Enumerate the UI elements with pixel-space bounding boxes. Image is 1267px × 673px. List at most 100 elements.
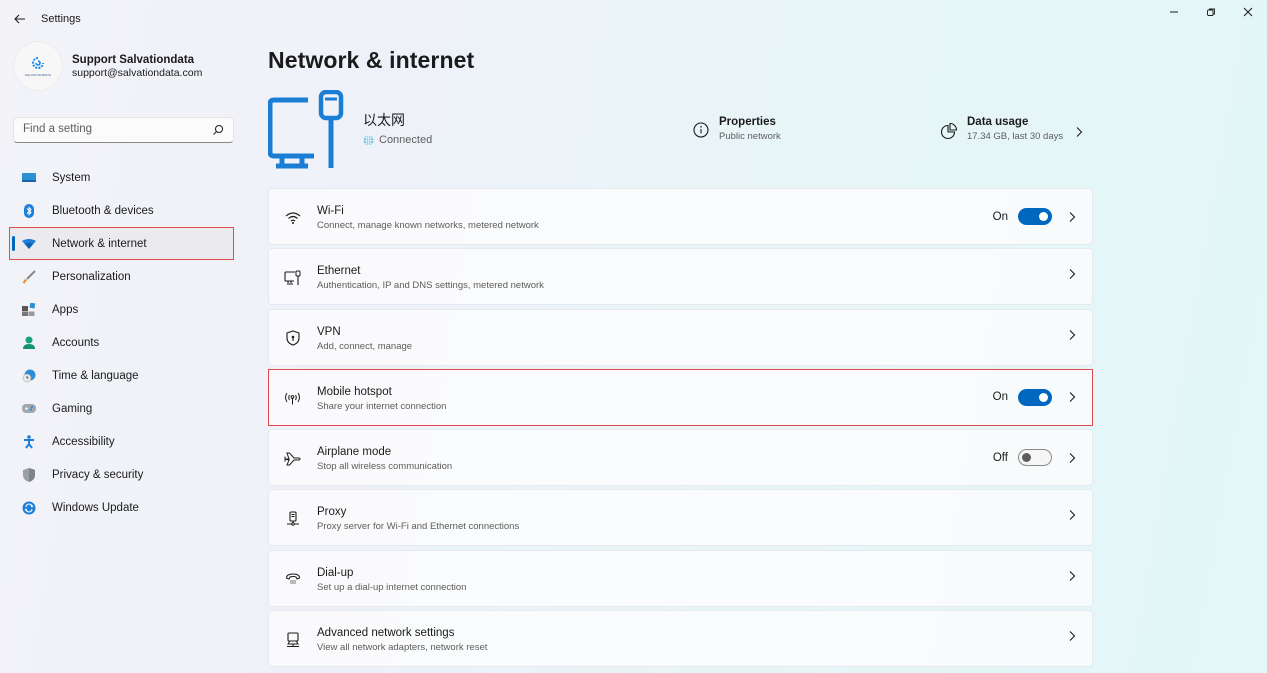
sidebar-item-bluetooth[interactable]: Bluetooth & devices — [9, 194, 234, 227]
close-button[interactable] — [1234, 4, 1262, 20]
minimize-button[interactable] — [1160, 4, 1188, 20]
data-usage-link[interactable]: Data usage 17.34 GB, last 30 days — [940, 116, 1083, 142]
card-title: Mobile hotspot — [317, 385, 392, 398]
connection-summary: 以太网 Connected Properties Public network … — [268, 88, 1093, 178]
card-dial-up[interactable]: Dial-up Set up a dial-up internet connec… — [268, 549, 1093, 607]
sidebar-item-label: Accounts — [52, 336, 100, 349]
title-bar: Settings — [0, 0, 1267, 38]
card-subtitle: Share your internet connection — [317, 400, 447, 412]
card-subtitle: Add, connect, manage — [317, 340, 413, 352]
toggle-state-label: Off — [992, 451, 1008, 464]
restore-button[interactable] — [1197, 4, 1225, 20]
sidebar-item-time-language[interactable]: Time & language — [9, 359, 234, 392]
card-ethernet[interactable]: Ethernet Authentication, IP and DNS sett… — [268, 248, 1093, 306]
card-advanced-network-settings[interactable]: Advanced network settings View all netwo… — [268, 610, 1093, 668]
airplane-mode-toggle[interactable] — [1018, 449, 1052, 467]
card-subtitle: Authentication, IP and DNS settings, met… — [317, 280, 544, 292]
toggle-state-label: On — [992, 391, 1008, 404]
sidebar-item-personalization[interactable]: Personalization — [9, 260, 234, 293]
sidebar-item-network[interactable]: Network & internet — [9, 227, 234, 260]
search-input[interactable] — [23, 123, 203, 135]
system-icon — [21, 170, 37, 186]
sidebar-item-label: System — [52, 171, 91, 184]
gamepad-icon — [21, 401, 37, 417]
card-subtitle: Connect, manage known networks, metered … — [317, 220, 539, 231]
wifi-icon — [21, 236, 37, 252]
apps-icon — [21, 302, 37, 318]
ethernet-computer-icon — [268, 90, 344, 169]
pie-chart-icon — [940, 122, 958, 140]
brush-icon — [21, 269, 37, 285]
back-button[interactable] — [12, 11, 28, 27]
properties-subtitle: Public network — [719, 131, 781, 142]
chevron-right-icon — [1068, 570, 1076, 582]
card-subtitle: Set up a dial-up internet connection — [317, 581, 467, 593]
minimize-icon — [1170, 11, 1178, 13]
search-icon[interactable] — [212, 124, 224, 136]
profile-email: support@salvationdata.com — [72, 66, 203, 79]
close-icon — [1243, 7, 1253, 17]
profile-name: Support Salvationdata — [72, 53, 195, 66]
sidebar-item-accessibility[interactable]: Accessibility — [9, 425, 234, 458]
bluetooth-icon — [21, 203, 37, 219]
chevron-right-icon — [1068, 329, 1076, 341]
sidebar-item-accounts[interactable]: Accounts — [9, 326, 234, 359]
sidebar-item-label: Windows Update — [52, 501, 139, 514]
card-airplane-mode[interactable]: Airplane mode Stop all wireless communic… — [268, 429, 1093, 487]
sidebar-item-gaming[interactable]: Gaming — [9, 392, 234, 425]
sidebar-item-label: Bluetooth & devices — [52, 204, 154, 217]
proxy-icon — [284, 510, 301, 527]
wifi-icon — [284, 209, 301, 226]
avatar: SALVATIONDATA — [14, 42, 62, 90]
app-title: Settings — [41, 13, 81, 25]
logo-text: SALVATIONDATA — [24, 72, 52, 77]
card-wifi[interactable]: Wi-Fi Connect, manage known networks, me… — [268, 188, 1093, 245]
chevron-right-icon — [1068, 391, 1076, 403]
update-icon — [21, 500, 37, 516]
mobile-hotspot-toggle[interactable] — [1018, 388, 1052, 406]
card-mobile-hotspot[interactable]: Mobile hotspot Share your internet conne… — [268, 368, 1093, 426]
card-title: Dial-up — [317, 566, 354, 579]
advanced-network-icon — [284, 631, 301, 648]
toggle-state-label: On — [992, 210, 1008, 223]
sidebar-item-label: Accessibility — [52, 435, 115, 448]
globe-icon — [363, 134, 374, 146]
salvationdata-logo-icon — [32, 56, 44, 69]
card-title: VPN — [317, 325, 341, 338]
card-title: Advanced network settings — [317, 627, 455, 640]
search-box[interactable] — [13, 117, 234, 143]
chevron-right-icon — [1075, 126, 1083, 138]
data-usage-title: Data usage — [967, 116, 1029, 128]
sidebar-item-label: Gaming — [52, 402, 93, 415]
user-profile[interactable]: SALVATIONDATA Support Salvationdata supp… — [14, 42, 202, 90]
chevron-right-icon — [1068, 630, 1076, 642]
chevron-right-icon — [1068, 509, 1076, 521]
sidebar-item-label: Network & internet — [52, 237, 147, 250]
sidebar-item-apps[interactable]: Apps — [9, 293, 234, 326]
card-title: Ethernet — [317, 265, 361, 278]
chevron-right-icon — [1068, 268, 1076, 280]
sidebar-item-privacy-security[interactable]: Privacy & security — [9, 458, 234, 491]
card-vpn[interactable]: VPN Add, connect, manage — [268, 308, 1093, 366]
ethernet-icon — [284, 269, 301, 286]
chevron-right-icon — [1068, 452, 1076, 464]
wifi-toggle[interactable] — [1018, 208, 1052, 225]
sidebar-item-label: Personalization — [52, 270, 131, 283]
sidebar-item-windows-update[interactable]: Windows Update — [9, 491, 234, 524]
accessibility-icon — [21, 434, 37, 450]
info-icon — [693, 122, 709, 138]
properties-link[interactable]: Properties Public network — [693, 116, 781, 142]
sidebar-item-system[interactable]: System — [9, 161, 234, 194]
card-subtitle: Stop all wireless communication — [317, 461, 453, 473]
arrow-left-icon — [14, 14, 25, 24]
data-usage-subtitle: 17.34 GB, last 30 days — [967, 131, 1064, 142]
chevron-right-icon — [1068, 211, 1076, 223]
settings-list: Wi-Fi Connect, manage known networks, me… — [268, 188, 1093, 670]
dialup-icon — [284, 571, 301, 588]
connection-name: 以太网 — [363, 112, 405, 128]
properties-title: Properties — [719, 116, 776, 128]
sidebar-item-label: Apps — [52, 303, 79, 316]
card-subtitle: Proxy server for Wi-Fi and Ethernet conn… — [317, 521, 520, 533]
page-title: Network & internet — [268, 47, 475, 73]
card-proxy[interactable]: Proxy Proxy server for Wi-Fi and Etherne… — [268, 489, 1093, 547]
